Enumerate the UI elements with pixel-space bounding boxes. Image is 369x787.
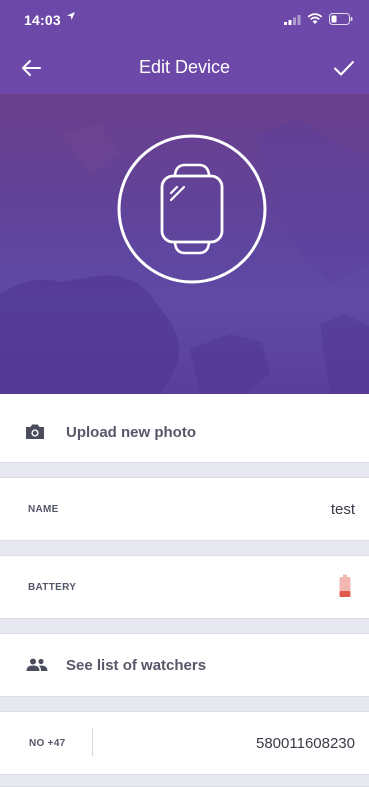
country-code-selector[interactable]: NO +47 bbox=[29, 738, 66, 749]
battery-low-icon bbox=[339, 574, 351, 597]
status-bar: 14:03 bbox=[0, 0, 369, 40]
section-divider bbox=[0, 462, 369, 478]
location-arrow-icon bbox=[67, 12, 75, 20]
battery-status-icon bbox=[329, 13, 353, 25]
cellular-signal-icon bbox=[284, 14, 301, 25]
page-title: Edit Device bbox=[138, 57, 231, 77]
camera-icon bbox=[26, 424, 44, 439]
checkmark-icon[interactable] bbox=[331, 55, 357, 81]
section-divider bbox=[0, 618, 369, 634]
status-icons bbox=[284, 13, 353, 25]
people-icon bbox=[26, 658, 48, 671]
battery-field-label: BATTERY bbox=[28, 581, 77, 593]
phone-number-input[interactable]: 580011608230 bbox=[256, 735, 355, 752]
section-divider bbox=[0, 696, 369, 712]
phone-field-row: NO +47 580011608230 bbox=[0, 712, 369, 774]
smartwatch-icon bbox=[117, 134, 267, 284]
device-photo bbox=[0, 94, 369, 394]
name-field-label: NAME bbox=[28, 503, 59, 515]
see-watchers-label: See list of watchers bbox=[66, 656, 207, 674]
nav-bar: Edit Device bbox=[0, 40, 369, 94]
status-time: 14:03 bbox=[24, 12, 61, 28]
section-divider bbox=[0, 774, 369, 787]
wifi-icon bbox=[307, 13, 323, 24]
field-divider bbox=[92, 728, 93, 756]
spacer bbox=[0, 394, 369, 402]
name-field-row[interactable]: NAME test bbox=[0, 478, 369, 540]
name-input[interactable]: test bbox=[331, 501, 355, 518]
upload-photo-button[interactable]: Upload new photo bbox=[0, 402, 369, 462]
see-watchers-button[interactable]: See list of watchers bbox=[0, 634, 369, 696]
upload-photo-label: Upload new photo bbox=[66, 423, 196, 441]
section-divider bbox=[0, 540, 369, 556]
battery-field-row: BATTERY bbox=[0, 556, 369, 618]
